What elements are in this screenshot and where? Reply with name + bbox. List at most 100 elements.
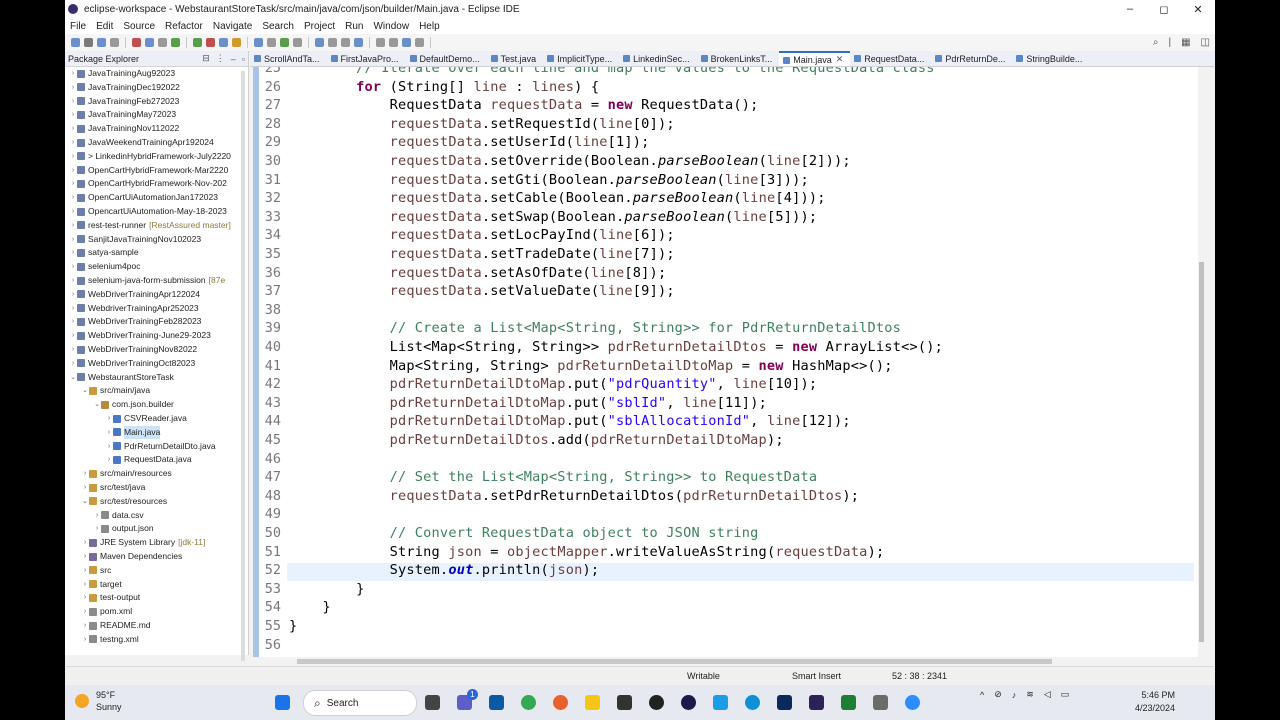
toolbar-button[interactable] bbox=[315, 38, 324, 47]
code-line[interactable]: } bbox=[289, 618, 297, 634]
tree-item[interactable]: › JavaTrainingDec192022 bbox=[65, 81, 180, 94]
toolbar-button[interactable] bbox=[402, 38, 411, 47]
code-line[interactable]: pdrReturnDetailDtoMap.put("pdrQuantity",… bbox=[289, 376, 817, 392]
network-off-icon[interactable]: ⊘ bbox=[994, 689, 1002, 700]
collapsed-arrow-icon[interactable]: › bbox=[69, 233, 77, 246]
tree-item[interactable]: › Main.java bbox=[65, 425, 161, 439]
chrome-icon[interactable] bbox=[521, 695, 536, 710]
code-line[interactable]: requestData.setAsOfDate(line[8]); bbox=[289, 265, 667, 281]
toolbar-button[interactable] bbox=[219, 38, 228, 47]
editor-tab[interactable]: RequestData... bbox=[850, 51, 931, 66]
collapsed-arrow-icon[interactable]: › bbox=[69, 219, 77, 232]
code-line[interactable]: // Create a List<Map<String, String>> fo… bbox=[289, 320, 901, 336]
toolbar-button[interactable] bbox=[206, 38, 215, 47]
toolbar-button[interactable] bbox=[293, 38, 302, 47]
toolbar-button[interactable] bbox=[280, 38, 289, 47]
toolbar-button[interactable] bbox=[193, 38, 202, 47]
collapsed-arrow-icon[interactable]: › bbox=[105, 426, 113, 439]
menu-window[interactable]: Window bbox=[368, 21, 414, 32]
collapsed-arrow-icon[interactable]: › bbox=[105, 453, 113, 466]
edge-icon[interactable] bbox=[745, 695, 760, 710]
tree-item[interactable]: › SanjitJavaTrainingNov102023 bbox=[65, 233, 201, 246]
collapsed-arrow-icon[interactable]: › bbox=[69, 274, 77, 287]
editor-tab[interactable]: Test.java bbox=[487, 51, 544, 66]
code-line[interactable]: System.out.println(json); bbox=[289, 562, 599, 578]
collapsed-arrow-icon[interactable]: › bbox=[81, 591, 89, 604]
tree-item[interactable]: › Maven Dependencies bbox=[65, 550, 182, 563]
code-line[interactable]: requestData.setUserId(line[1]); bbox=[289, 134, 650, 150]
file-explorer-icon[interactable] bbox=[585, 695, 600, 710]
tree-item[interactable]: ⌄ src/test/resources bbox=[65, 495, 167, 508]
tree-item[interactable]: › OpenCartHybridFramework-Mar2220 bbox=[65, 164, 228, 177]
toolbar-button[interactable] bbox=[415, 38, 424, 47]
code-editor[interactable]: 25 // Iterate over each line and map the… bbox=[253, 67, 1198, 657]
code-line[interactable]: requestData.setTradeDate(line[7]); bbox=[289, 246, 675, 262]
collapsed-arrow-icon[interactable]: › bbox=[69, 260, 77, 273]
tree-item[interactable]: › WebdriverTrainingApr252023 bbox=[65, 302, 199, 315]
view-menu-icon[interactable]: ⋮ bbox=[216, 53, 225, 64]
excel-icon[interactable] bbox=[841, 695, 856, 710]
tree-item[interactable]: › OpenCartUiAutomationJan172023 bbox=[65, 191, 218, 204]
volume-icon[interactable]: ◁ bbox=[1044, 689, 1051, 700]
tree-item[interactable]: › WebDriverTrainingNov82022 bbox=[65, 343, 197, 356]
tree-item[interactable]: › testng.xml bbox=[65, 633, 139, 646]
dell-icon[interactable] bbox=[649, 695, 664, 710]
code-line[interactable]: for (String[] line : lines) { bbox=[289, 79, 599, 95]
expanded-arrow-icon[interactable]: ⌄ bbox=[81, 384, 89, 397]
code-line[interactable]: // Convert RequestData object to JSON st… bbox=[289, 525, 759, 541]
task-view-icon[interactable] bbox=[425, 695, 440, 710]
toolbar-button[interactable] bbox=[171, 38, 180, 47]
toolbar-button[interactable] bbox=[376, 38, 385, 47]
collapsed-arrow-icon[interactable]: › bbox=[81, 619, 89, 632]
code-line[interactable]: requestData.setLocPayInd(line[6]); bbox=[289, 227, 675, 243]
editor-tab[interactable]: LinkedinSec... bbox=[619, 51, 697, 66]
tree-item[interactable]: › CSVReader.java bbox=[65, 412, 187, 425]
collapsed-arrow-icon[interactable]: › bbox=[69, 67, 77, 80]
tree-item[interactable]: › JavaTrainingFeb272023 bbox=[65, 95, 180, 108]
expanded-arrow-icon[interactable]: ⌄ bbox=[81, 495, 89, 508]
collapsed-arrow-icon[interactable]: › bbox=[105, 440, 113, 453]
minimize-view-icon[interactable]: – bbox=[231, 54, 236, 64]
collapsed-arrow-icon[interactable]: › bbox=[81, 564, 89, 577]
code-line[interactable]: requestData.setCable(Boolean.parseBoolea… bbox=[289, 190, 826, 206]
settings-icon[interactable] bbox=[873, 695, 888, 710]
menu-run[interactable]: Run bbox=[340, 21, 368, 32]
tree-item[interactable]: › WebDriverTraining-June29-2023 bbox=[65, 329, 211, 342]
code-line[interactable]: List<Map<String, String>> pdrReturnDetai… bbox=[289, 339, 943, 355]
toolbar-button[interactable] bbox=[132, 38, 141, 47]
close-tab-icon[interactable]: ✕ bbox=[836, 54, 844, 65]
tree-item[interactable]: › satya-sample bbox=[65, 246, 139, 259]
collapsed-arrow-icon[interactable]: › bbox=[69, 302, 77, 315]
code-line[interactable]: } bbox=[289, 581, 364, 597]
maximize-button[interactable]: ◻ bbox=[1147, 3, 1181, 16]
toolbar-button[interactable] bbox=[254, 38, 263, 47]
editor-horizontal-scrollbar[interactable] bbox=[297, 659, 1052, 664]
tree-item[interactable]: › output.json bbox=[65, 522, 154, 535]
tree-item[interactable]: › JavaTrainingAug92023 bbox=[65, 67, 175, 80]
tray-chevron-icon[interactable]: ^ bbox=[980, 690, 984, 700]
tree-item[interactable]: › README.md bbox=[65, 619, 151, 632]
store-icon[interactable] bbox=[489, 695, 504, 710]
tree-item[interactable]: › src/test/java bbox=[65, 481, 146, 494]
tree-item[interactable]: › selenium-java-form-submission [87e bbox=[65, 274, 225, 287]
editor-tab[interactable]: FirstJavaPro... bbox=[327, 51, 406, 66]
collapsed-arrow-icon[interactable]: › bbox=[105, 412, 113, 425]
editor-tab[interactable]: PdrReturnDe... bbox=[931, 51, 1012, 66]
collapsed-arrow-icon[interactable]: › bbox=[69, 315, 77, 328]
toolbar-button[interactable] bbox=[389, 38, 398, 47]
editor-tab[interactable]: ImplicitType... bbox=[543, 51, 619, 66]
tree-item[interactable]: ⌄ com.json.builder bbox=[65, 398, 174, 411]
battery-icon[interactable]: ▭ bbox=[1061, 689, 1070, 700]
tree-item[interactable]: › OpenCartHybridFramework-Nov-202 bbox=[65, 177, 227, 190]
collapsed-arrow-icon[interactable]: › bbox=[69, 288, 77, 301]
collapsed-arrow-icon[interactable]: › bbox=[69, 95, 77, 108]
firefox-icon[interactable] bbox=[553, 695, 568, 710]
eclipse-taskbar-icon[interactable] bbox=[809, 695, 824, 710]
toolbar-button[interactable] bbox=[158, 38, 167, 47]
editor-vertical-scrollbar[interactable] bbox=[1199, 262, 1204, 642]
menu-search[interactable]: Search bbox=[257, 21, 299, 32]
toolbar-button[interactable] bbox=[145, 38, 154, 47]
code-line[interactable]: requestData.setValueDate(line[9]); bbox=[289, 283, 675, 299]
toolbar-button[interactable] bbox=[232, 38, 241, 47]
explorer-vertical-scrollbar[interactable] bbox=[241, 71, 245, 661]
